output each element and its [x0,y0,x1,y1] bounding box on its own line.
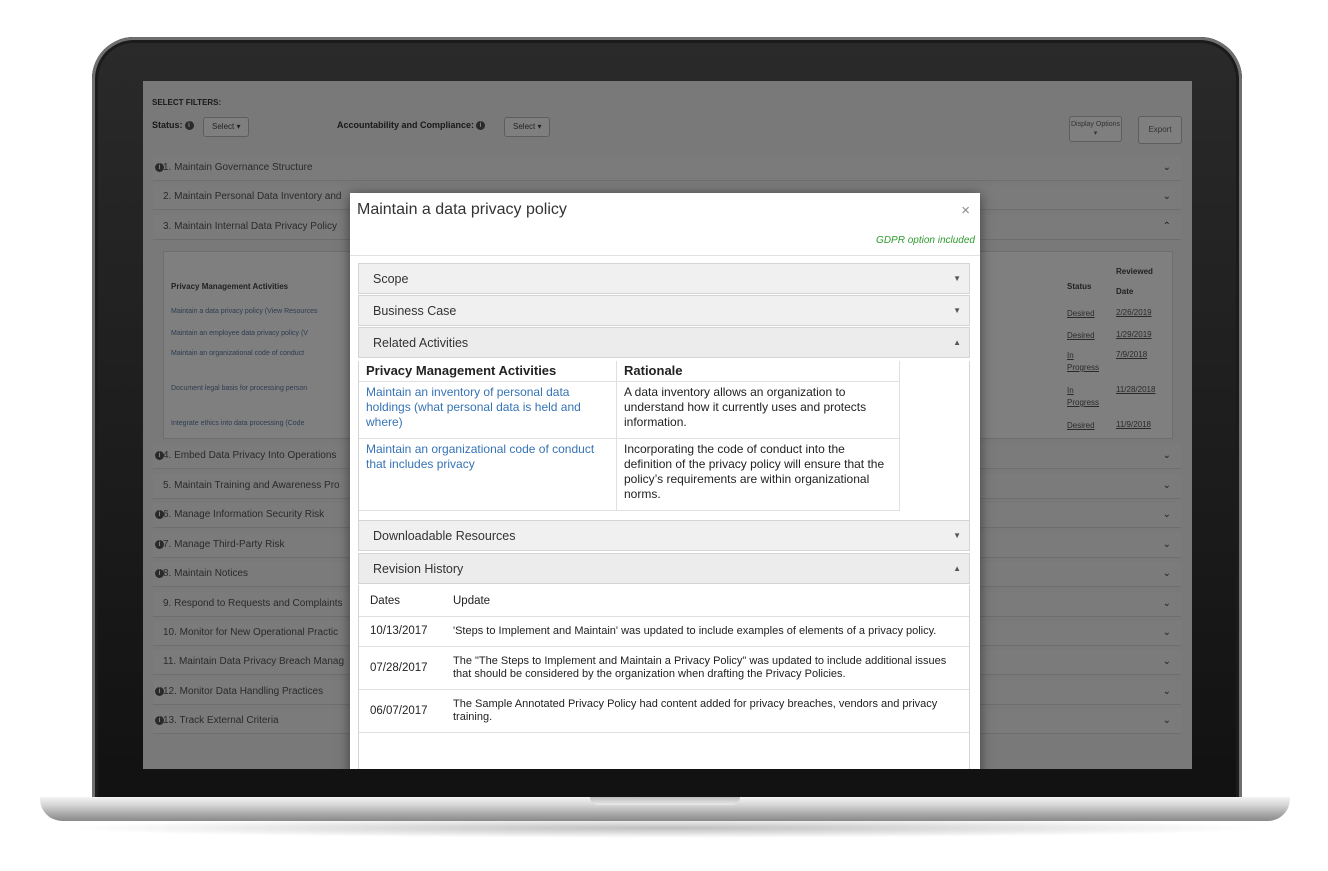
table-row: 10/13/2017 'Steps to Implement and Mainta… [359,616,969,647]
revision-date: 07/28/2017 [359,646,442,690]
revision-update: 'Steps to Implement and Maintain' was up… [442,616,969,647]
table-row: Maintain an organizational code of condu… [359,438,900,511]
gdpr-note: GDPR option included [876,235,975,246]
laptop-shadow [60,818,1270,838]
rationale-text: A data inventory allows an organization … [616,381,900,439]
panel-downloadable-resources[interactable]: Downloadable Resources ▼ [358,520,970,551]
revision-history-table: Dates Update 10/13/2017 'Steps to Impleme… [359,585,969,733]
related-activity-link[interactable]: Maintain an inventory of personal data h… [359,381,617,439]
table-row: Maintain an inventory of personal data h… [359,381,900,439]
related-activities-table: Privacy Management Activities Rationale … [359,361,900,511]
col-header-dates: Dates [359,585,442,617]
revision-date: 06/07/2017 [359,689,442,733]
revision-history-content: Dates Update 10/13/2017 'Steps to Impleme… [358,585,970,769]
col-header-rationale: Rationale [616,361,900,382]
caret-down-icon: ▼ [953,531,961,540]
col-header-activities: Privacy Management Activities [359,361,617,382]
laptop-notch [590,797,740,805]
caret-down-icon: ▼ [953,306,961,315]
revision-update: The Sample Annotated Privacy Policy had … [442,689,969,733]
table-row: 06/07/2017 The Sample Annotated Privacy P… [359,689,969,733]
caret-up-icon: ▲ [953,338,961,347]
col-header-update: Update [442,585,969,617]
activity-detail-modal: Maintain a data privacy policy × GDPR op… [350,193,980,769]
panel-related-activities[interactable]: Related Activities ▲ [358,327,970,358]
panel-revision-history[interactable]: Revision History ▲ [358,553,970,584]
panel-business-case[interactable]: Business Case ▼ [358,295,970,326]
caret-down-icon: ▼ [953,274,961,283]
table-row: 07/28/2017 The "The Steps to Implement an… [359,646,969,690]
related-activities-content: Privacy Management Activities Rationale … [358,361,970,520]
related-activity-link[interactable]: Maintain an organizational code of condu… [359,438,617,511]
laptop-screen: SELECT FILTERS: Status:i Select ▾ Accoun… [143,81,1192,769]
rationale-text: Incorporating the code of conduct into t… [616,438,900,511]
close-icon[interactable]: × [961,202,970,219]
modal-body: Scope ▼ Business Case ▼ Related Activiti… [358,263,972,769]
caret-up-icon: ▲ [953,564,961,573]
panel-scope[interactable]: Scope ▼ [358,263,970,294]
revision-date: 10/13/2017 [359,616,442,647]
modal-title: Maintain a data privacy policy [357,201,567,218]
modal-header-divider [350,255,980,256]
revision-update: The "The Steps to Implement and Maintain… [442,646,969,690]
